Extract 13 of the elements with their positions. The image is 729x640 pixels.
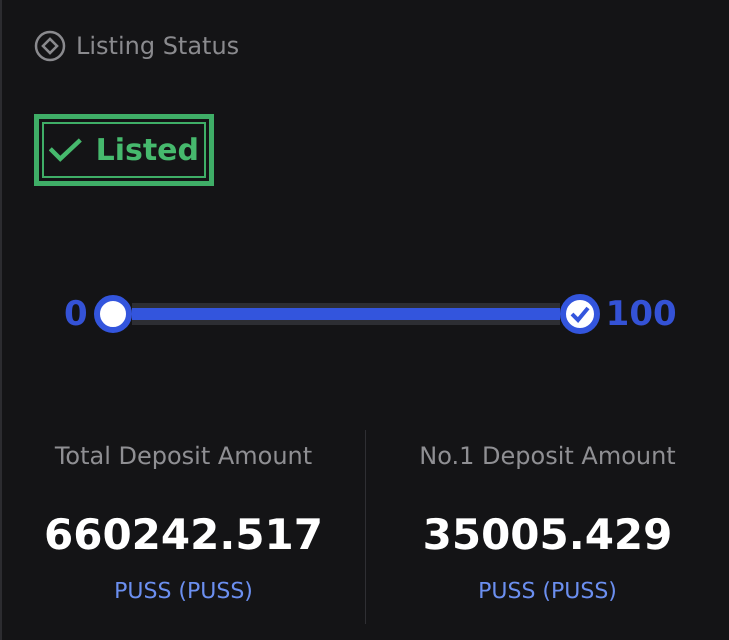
stat-label: Total Deposit Amount: [54, 442, 312, 470]
range-end-label: 100: [606, 294, 677, 334]
stat-label: No.1 Deposit Amount: [419, 442, 676, 470]
token-unit: PUSS (PUSS): [114, 579, 253, 604]
target-icon: [34, 30, 66, 62]
listed-stamp: Listed: [34, 114, 214, 186]
stat-value: 660242.517: [44, 510, 323, 559]
start-knob: [94, 295, 132, 333]
stat-value: 35005.429: [422, 510, 672, 559]
section-title: Listing Status: [76, 32, 240, 60]
check-circle-icon: [560, 294, 600, 334]
range-start-label: 0: [64, 294, 88, 334]
token-unit: PUSS (PUSS): [478, 579, 617, 604]
